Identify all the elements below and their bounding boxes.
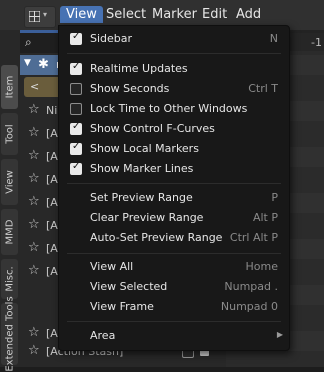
menu-item-label: Sidebar <box>90 32 133 45</box>
menu-item-clear-preview-range[interactable]: Clear Preview Range Alt P <box>59 208 289 228</box>
menu-item-view-all[interactable]: View All Home <box>59 257 289 277</box>
menu-item-label: Clear Preview Range <box>90 211 204 224</box>
nla-track-icon: ☆ <box>28 102 40 117</box>
checkbox-unchecked[interactable] <box>70 103 82 115</box>
checkbox-unchecked[interactable] <box>70 83 82 95</box>
tab-extended-tools[interactable]: Extended Tools <box>1 296 18 372</box>
menu-edit[interactable]: Edit <box>202 7 227 22</box>
menu-item-show-local-markers[interactable]: Show Local Markers <box>59 139 289 159</box>
armature-icon: ✱ <box>38 57 49 72</box>
list-item-label: [A <box>46 242 58 255</box>
list-item-label: [A <box>46 127 58 140</box>
sidebar-tabs: Item Tool View MMD Misc. Extended Tools <box>0 30 20 372</box>
checkbox-checked[interactable] <box>70 121 82 135</box>
menu-item-area[interactable]: Area ▶ <box>59 326 289 346</box>
menu-item-label: Area <box>90 329 116 342</box>
nla-track-icon: ☆ <box>28 343 40 358</box>
tab-label: MMD <box>4 219 15 245</box>
nla-track-icon: ☆ <box>28 194 40 209</box>
menu-item-label: Auto-Set Preview Range <box>90 231 223 244</box>
view-menu-dropdown: Sidebar N Realtime Updates Show Seconds … <box>58 25 290 351</box>
tab-view[interactable]: View <box>1 159 18 205</box>
nla-track-icon: ☆ <box>28 240 40 255</box>
tab-misc[interactable]: Misc. <box>1 259 18 299</box>
checkbox-checked[interactable] <box>70 31 82 45</box>
menu-item-auto-set-preview-range[interactable]: Auto-Set Preview Range Ctrl Alt P <box>59 228 289 248</box>
expand-triangle-icon[interactable]: ▼ <box>24 58 31 68</box>
nla-track-icon: ☆ <box>28 263 40 278</box>
menu-item-label: Show Seconds <box>90 82 170 95</box>
menu-item-view-selected[interactable]: View Selected Numpad . <box>59 277 289 297</box>
menu-item-label: Set Preview Range <box>90 191 193 204</box>
chevron-down-icon: ▾ <box>43 10 48 19</box>
tab-label: Item <box>4 75 15 99</box>
menu-item-view-frame[interactable]: View Frame Numpad 0 <box>59 297 289 317</box>
nla-track-icon: ☆ <box>28 125 40 140</box>
menu-item-realtime-updates[interactable]: Realtime Updates <box>59 59 289 79</box>
checkbox-checked[interactable] <box>70 141 82 155</box>
menu-separator <box>67 183 281 184</box>
tab-mmd[interactable]: MMD <box>1 209 18 255</box>
list-item-label: [A <box>46 150 58 163</box>
list-item-label: Ni <box>46 104 58 117</box>
menu-item-sidebar[interactable]: Sidebar N <box>59 29 289 49</box>
menu-item-label: Show Control F-Curves <box>90 122 215 135</box>
menu-item-label: View Selected <box>90 280 168 293</box>
list-item-label: [A <box>46 173 58 186</box>
nla-track-icon: ☆ <box>28 171 40 186</box>
nla-track-icon: ☆ <box>28 148 40 163</box>
tab-label: Misc. <box>4 266 15 292</box>
menu-select[interactable]: Select <box>106 7 146 22</box>
submenu-arrow-icon: ▶ <box>276 330 283 339</box>
menu-item-label: View All <box>90 260 134 273</box>
menu-separator <box>67 253 281 254</box>
action-label: < <box>30 80 40 93</box>
menu-item-show-control-fcurves[interactable]: Show Control F-Curves <box>59 119 289 139</box>
menu-item-label: Show Marker Lines <box>90 162 194 175</box>
search-icon: ⌕ <box>25 35 32 49</box>
menu-separator <box>67 321 281 322</box>
menu-view[interactable]: View <box>60 6 103 23</box>
menu-add[interactable]: Add <box>236 7 261 22</box>
tab-item[interactable]: Item <box>1 65 18 109</box>
menu-item-label: Lock Time to Other Windows <box>90 102 248 115</box>
list-item-label: [A <box>46 196 58 209</box>
editor-type-button[interactable]: ▾ <box>24 6 56 28</box>
menu-item-shortcut: Numpad . <box>224 280 278 293</box>
dopesheet-editor-icon <box>29 11 40 22</box>
tab-tool[interactable]: Tool <box>1 113 18 155</box>
list-item-label: [A <box>46 219 58 232</box>
frame-number: -1 <box>311 36 322 49</box>
checkbox-checked[interactable] <box>70 161 82 175</box>
menu-item-show-seconds[interactable]: Show Seconds Ctrl T <box>59 79 289 99</box>
menu-item-show-marker-lines[interactable]: Show Marker Lines <box>59 159 289 179</box>
menu-item-shortcut: Ctrl T <box>248 82 278 95</box>
checkbox-checked[interactable] <box>70 61 82 75</box>
menu-item-shortcut: Numpad 0 <box>220 300 278 313</box>
menu-item-shortcut: Alt P <box>252 211 278 224</box>
tab-label: Tool <box>4 124 15 144</box>
list-item-label: [A <box>46 327 58 340</box>
list-item-label: [A <box>46 265 58 278</box>
menu-item-label: View Frame <box>90 300 154 313</box>
menu-separator <box>67 53 281 54</box>
menu-item-label: Realtime Updates <box>90 62 188 75</box>
tab-label: Extended Tools <box>4 296 15 372</box>
menu-item-lock-time[interactable]: Lock Time to Other Windows <box>59 99 289 119</box>
menu-marker[interactable]: Marker <box>152 7 197 22</box>
menu-item-shortcut: P <box>271 191 278 204</box>
menu-item-shortcut: Ctrl Alt P <box>229 231 278 244</box>
menu-item-shortcut: N <box>269 32 278 45</box>
nla-track-icon: ☆ <box>28 325 40 340</box>
menu-item-set-preview-range[interactable]: Set Preview Range P <box>59 188 289 208</box>
menu-item-label: Show Local Markers <box>90 142 199 155</box>
nla-track-icon: ☆ <box>28 217 40 232</box>
menu-item-shortcut: Home <box>245 260 278 273</box>
tab-label: View <box>4 170 15 194</box>
